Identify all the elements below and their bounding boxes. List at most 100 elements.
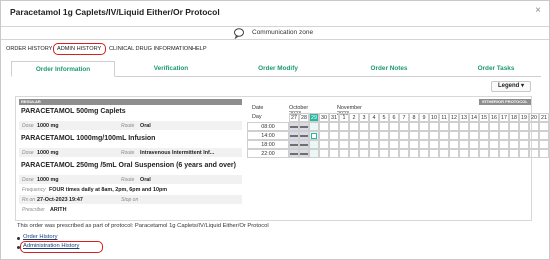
schedule-slot[interactable] (529, 140, 539, 149)
schedule-slot[interactable] (529, 122, 539, 131)
schedule-slot[interactable] (479, 149, 489, 158)
schedule-slot[interactable] (319, 122, 329, 131)
schedule-slot[interactable] (479, 140, 489, 149)
schedule-slot[interactable] (309, 140, 319, 149)
schedule-slot[interactable] (309, 149, 319, 158)
day-cell[interactable]: 14 (469, 113, 479, 122)
schedule-slot[interactable] (439, 131, 449, 140)
day-cell[interactable]: 9 (419, 113, 429, 122)
schedule-slot[interactable] (519, 140, 529, 149)
given-dose-marker[interactable] (300, 135, 308, 137)
schedule-slot[interactable] (379, 140, 389, 149)
schedule-slot[interactable] (389, 140, 399, 149)
schedule-slot[interactable] (539, 140, 549, 149)
day-cell[interactable]: 5 (379, 113, 389, 122)
given-dose-marker[interactable] (300, 153, 308, 155)
tab-order-modify[interactable]: Order Modify (243, 61, 313, 77)
schedule-slot[interactable] (329, 140, 339, 149)
schedule-slot[interactable] (399, 131, 409, 140)
given-dose-marker[interactable] (290, 153, 298, 155)
schedule-slot[interactable] (519, 131, 529, 140)
day-cell[interactable]: 7 (399, 113, 409, 122)
tab-order-notes[interactable]: Order Notes (354, 61, 424, 77)
schedule-slot[interactable] (459, 131, 469, 140)
day-cell[interactable]: 20 (529, 113, 539, 122)
day-cell[interactable]: 6 (389, 113, 399, 122)
menu-clinical-drug-information[interactable]: CLINICAL DRUG INFORMATION (109, 46, 192, 52)
given-dose-marker[interactable] (290, 126, 298, 128)
given-dose-marker[interactable] (290, 135, 298, 137)
day-cell[interactable]: 19 (519, 113, 529, 122)
schedule-slot[interactable] (449, 140, 459, 149)
day-cell[interactable]: 1 (339, 113, 349, 122)
schedule-slot[interactable] (499, 122, 509, 131)
schedule-slot[interactable] (489, 149, 499, 158)
day-cell[interactable]: 18 (509, 113, 519, 122)
schedule-slot[interactable] (409, 131, 419, 140)
schedule-slot[interactable] (489, 131, 499, 140)
day-cell[interactable]: 30 (319, 113, 329, 122)
schedule-slot[interactable] (399, 122, 409, 131)
day-cell[interactable]: 4 (369, 113, 379, 122)
given-dose-marker[interactable] (290, 144, 298, 146)
schedule-slot[interactable] (409, 149, 419, 158)
schedule-slot[interactable] (469, 131, 479, 140)
schedule-slot[interactable] (429, 122, 439, 131)
schedule-slot[interactable] (469, 149, 479, 158)
schedule-slot[interactable] (509, 140, 519, 149)
menu-help[interactable]: HELP (192, 46, 207, 52)
schedule-slot[interactable] (459, 140, 469, 149)
schedule-slot[interactable] (389, 122, 399, 131)
day-cell[interactable]: 11 (439, 113, 449, 122)
legend-button[interactable]: Legend ▾ (491, 81, 531, 92)
schedule-slot[interactable] (429, 131, 439, 140)
schedule-slot[interactable] (429, 140, 439, 149)
schedule-slot[interactable] (449, 149, 459, 158)
schedule-slot[interactable] (349, 122, 359, 131)
schedule-slot[interactable] (409, 140, 419, 149)
schedule-slot[interactable] (469, 122, 479, 131)
schedule-slot[interactable] (319, 149, 329, 158)
schedule-slot[interactable] (459, 122, 469, 131)
schedule-slot[interactable] (339, 149, 349, 158)
schedule-slot[interactable] (379, 122, 389, 131)
schedule-slot[interactable] (519, 149, 529, 158)
close-icon[interactable]: × (535, 5, 541, 16)
schedule-slot[interactable] (369, 131, 379, 140)
schedule-slot[interactable] (379, 149, 389, 158)
day-cell[interactable]: 28 (299, 113, 309, 122)
schedule-slot[interactable] (369, 140, 379, 149)
given-dose-marker[interactable] (300, 126, 308, 128)
schedule-slot[interactable] (419, 140, 429, 149)
schedule-slot[interactable] (389, 149, 399, 158)
day-cell[interactable]: 2 (349, 113, 359, 122)
schedule-slot[interactable] (359, 122, 369, 131)
schedule-slot[interactable] (369, 122, 379, 131)
schedule-slot[interactable] (499, 140, 509, 149)
schedule-slot[interactable] (519, 122, 529, 131)
day-cell[interactable]: 3 (359, 113, 369, 122)
schedule-slot[interactable] (329, 131, 339, 140)
schedule-slot[interactable] (439, 122, 449, 131)
schedule-slot[interactable] (509, 131, 519, 140)
schedule-slot[interactable] (309, 122, 319, 131)
communication-zone-bar[interactable]: Communication zone (1, 26, 549, 40)
schedule-slot[interactable] (469, 140, 479, 149)
schedule-slot[interactable] (449, 131, 459, 140)
schedule-slot[interactable] (349, 140, 359, 149)
day-cell[interactable]: 27 (289, 113, 299, 122)
day-cell[interactable]: 17 (499, 113, 509, 122)
schedule-slot[interactable] (339, 140, 349, 149)
schedule-slot[interactable] (389, 131, 399, 140)
day-cell[interactable]: 15 (479, 113, 489, 122)
schedule-slot[interactable] (439, 140, 449, 149)
schedule-slot[interactable] (529, 131, 539, 140)
schedule-slot[interactable] (509, 122, 519, 131)
schedule-slot[interactable] (479, 122, 489, 131)
schedule-slot[interactable] (459, 149, 469, 158)
day-cell[interactable]: 12 (449, 113, 459, 122)
schedule-slot[interactable] (399, 140, 409, 149)
order-history-link[interactable]: Order History (23, 234, 57, 240)
tab-order-tasks[interactable]: Order Tasks (461, 61, 531, 77)
schedule-slot[interactable] (399, 149, 409, 158)
